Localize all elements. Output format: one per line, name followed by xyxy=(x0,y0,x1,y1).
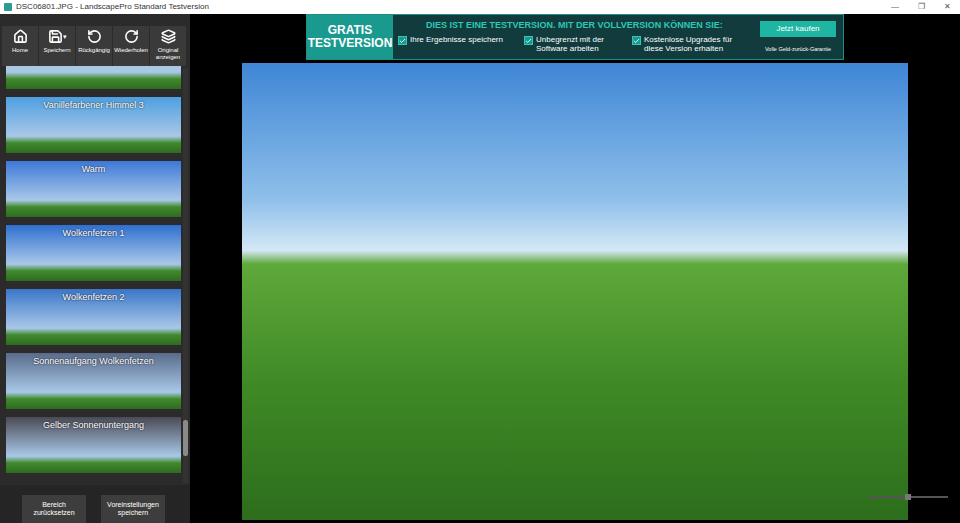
feature-item: Ihre Ergebnisse speichern xyxy=(398,35,516,53)
scrollbar-thumb[interactable] xyxy=(183,420,188,456)
feature-item: Kostenlose Upgrades für diese Version er… xyxy=(632,35,744,53)
title-bar: DSC06801.JPG - LandscapePro Standard Tes… xyxy=(0,0,960,14)
trial-banner: GRATISTESTVERSION DIES IST EINE TESTVERSI… xyxy=(306,14,844,60)
window-control[interactable]: — xyxy=(882,3,908,11)
toolbar-button[interactable]: ▾ Speichern xyxy=(39,26,75,66)
preset-list: Vanillefarbener Himmel 3 Warm Wolkenfetzen… xyxy=(0,66,183,485)
zoom-control[interactable] xyxy=(868,493,948,501)
preset-item[interactable]: Sonnenaufgang Wolkenfetzen xyxy=(6,353,181,409)
dropdown-arrow: ▾ xyxy=(63,33,67,40)
preset-label: Sonnenaufgang Wolkenfetzen xyxy=(6,353,181,367)
preset-item[interactable]: Vanillefarbener Himmel 3 xyxy=(6,97,181,153)
toolbar-button[interactable]: Original anzeigen xyxy=(150,26,186,66)
photo xyxy=(242,63,908,520)
sidebar-button[interactable]: Voreinstellungen speichern xyxy=(101,495,165,523)
toolbar-button[interactable]: Home xyxy=(2,26,38,66)
checkbox xyxy=(524,36,533,45)
toolbar-label: Wiederholen xyxy=(114,47,148,54)
preset-label: Vanillefarbener Himmel 3 xyxy=(6,97,181,111)
preset-item[interactable]: Wolkenfetzen 2 xyxy=(6,289,181,345)
window-control[interactable]: ❐ xyxy=(908,3,934,11)
preset-item[interactable]: Gelber Sonnenuntergang xyxy=(6,417,181,473)
window-title: DSC06801.JPG - LandscapePro Standard Tes… xyxy=(16,3,209,11)
undo-icon xyxy=(87,29,102,44)
guarantee-text: Volle Geld-zurück-Garantie xyxy=(765,47,831,53)
sidebar-button[interactable]: Bereich zurücksetzen xyxy=(22,495,86,523)
preset-item[interactable] xyxy=(6,66,181,89)
canvas-area: GRATISTESTVERSION DIES IST EINE TESTVERSI… xyxy=(190,14,960,523)
toolbar-label: Rückgängig xyxy=(78,47,110,54)
save-icon xyxy=(48,29,63,44)
window-control[interactable]: ✕ xyxy=(934,3,960,11)
feature-item: Unbegrenzt mit der Software arbeiten xyxy=(524,35,624,53)
app-icon xyxy=(4,3,12,11)
toolbar-button[interactable]: Wiederholen xyxy=(113,26,149,66)
check-icon xyxy=(525,37,532,45)
preset-label: Wolkenfetzen 1 xyxy=(6,225,181,239)
trial-badge: GRATISTESTVERSION xyxy=(307,15,393,59)
app-window: DSC06801.JPG - LandscapePro Standard Tes… xyxy=(0,0,960,523)
toolbar: Home ▾ Speichern Rückgängig WiederholenOrigi… xyxy=(0,14,190,66)
home-icon xyxy=(13,29,28,44)
checkbox xyxy=(632,36,641,45)
sidebar: Home ▾ Speichern Rückgängig WiederholenOrigi… xyxy=(0,14,190,523)
redo-icon xyxy=(124,29,139,44)
check-icon xyxy=(399,37,406,45)
scrollbar[interactable] xyxy=(183,68,188,483)
preset-item[interactable]: Warm xyxy=(6,161,181,217)
buy-button[interactable]: Jetzt kaufen xyxy=(760,21,836,37)
check-icon xyxy=(633,37,640,45)
layers-icon xyxy=(161,29,176,44)
preset-item[interactable]: Wolkenfetzen 1 xyxy=(6,225,181,281)
checkbox xyxy=(398,36,407,45)
toolbar-label: Original anzeigen xyxy=(150,47,186,60)
toolbar-button[interactable]: Rückgängig xyxy=(76,26,112,66)
toolbar-label: Speichern xyxy=(43,47,70,54)
preset-label: Gelber Sonnenuntergang xyxy=(6,417,181,431)
toolbar-label: Home xyxy=(12,47,28,54)
preset-label: Warm xyxy=(6,161,181,175)
preset-label: Wolkenfetzen 2 xyxy=(6,289,181,303)
zoom-thumb[interactable] xyxy=(905,494,911,500)
banner-heading: DIES IST EINE TESTVERSION. MIT DER VOLLV… xyxy=(398,21,757,30)
